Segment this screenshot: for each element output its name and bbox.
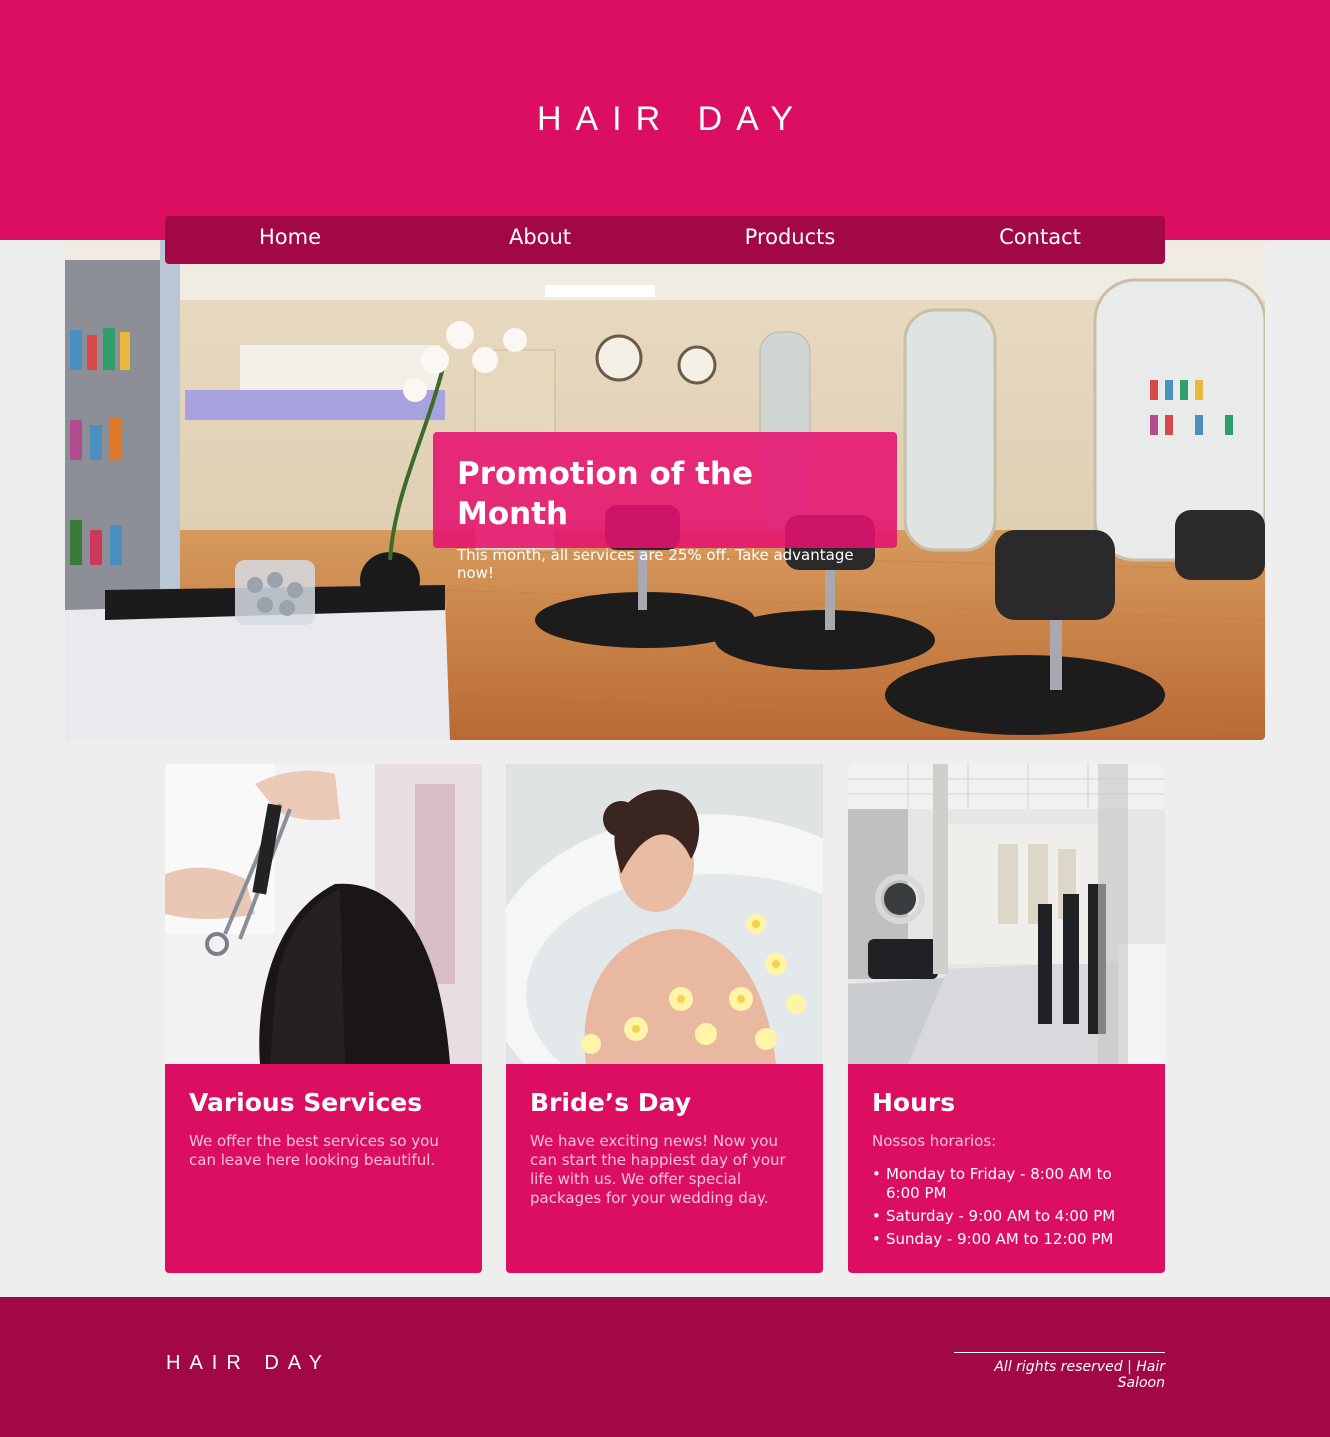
nav-item-products[interactable]: Products [665,216,915,264]
card-various-services: Various Services We offer the best servi… [165,764,482,1273]
nav-item-home[interactable]: Home [165,216,415,264]
card-title: Various Services [189,1088,423,1117]
nav-item-contact[interactable]: Contact [915,216,1165,264]
bride-bath-image [506,764,823,1134]
promo-title: Promotion of the Month [457,456,753,532]
copyright-text: All rights reserved | Hair Saloon [994,1359,1165,1391]
site-header: HAIR DAY [0,0,1330,240]
salon-interior-image [848,764,1165,1064]
card-brides-day: Bride’s Day We have exciting news! Now y… [506,764,823,1273]
list-item: Monday to Friday - 8:00 AM to 6:00 PM [872,1165,1141,1203]
site-footer: HAIR DAY All rights reserved | Hair Salo… [0,1297,1330,1437]
list-item: Saturday - 9:00 AM to 4:00 PM [872,1207,1141,1226]
card-title: Bride’s Day [530,1088,692,1117]
main-nav: Home About Products Contact [165,216,1165,264]
card-text: We have exciting news! Now you can start… [530,1132,786,1207]
promo-text: This month, all services are 25% off. Ta… [457,546,854,582]
hours-list: Monday to Friday - 8:00 AM to 6:00 PM Sa… [872,1165,1141,1249]
promo-banner: Promotion of the Month This month, all s… [433,432,897,582]
footer-logo[interactable]: HAIR DAY [166,1352,331,1375]
card-text: We offer the best services so you can le… [189,1132,439,1169]
card-hours: Hours Nossos horarios: Monday to Friday … [848,764,1165,1273]
haircut-image [165,764,482,1064]
site-logo[interactable]: HAIR DAY [0,100,1330,139]
list-item: Sunday - 9:00 AM to 12:00 PM [872,1230,1141,1249]
card-title: Hours [872,1088,956,1117]
footer-divider [954,1352,1165,1353]
nav-item-about[interactable]: About [415,216,665,264]
card-text: Nossos horarios: [872,1132,997,1150]
